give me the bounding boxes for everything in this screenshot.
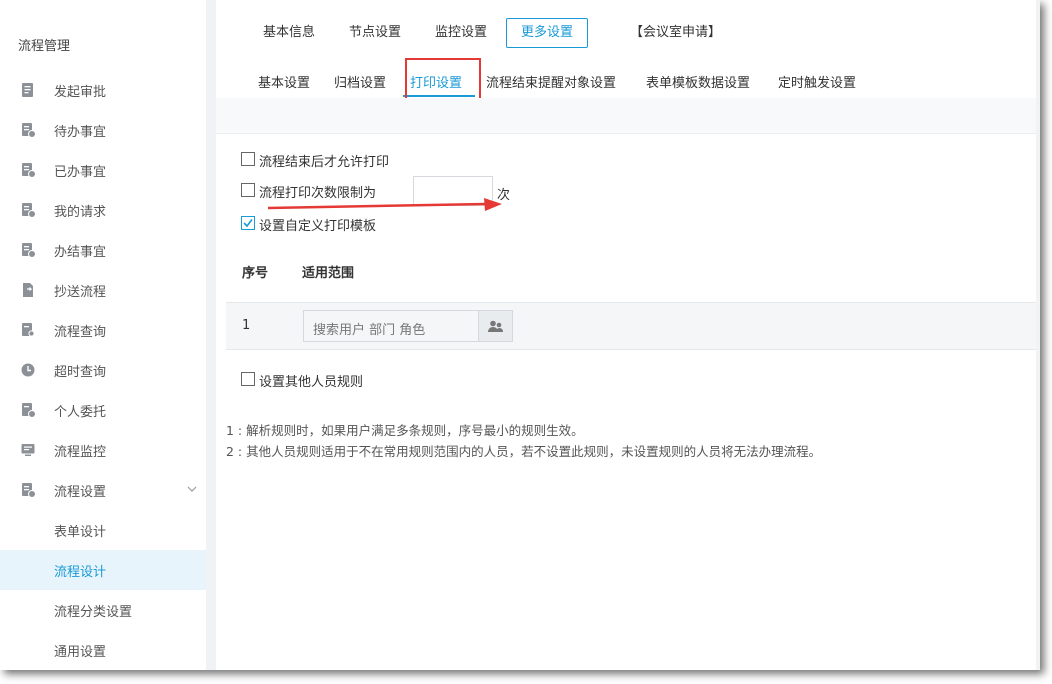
sidebar-item-todo[interactable]: 待办事宜 (0, 110, 206, 150)
sidebar-item-label: 个人委托 (54, 405, 107, 420)
red-arrow-annotation (267, 198, 502, 211)
doc-check-icon (22, 163, 36, 178)
sidebar-item-label: 待办事宜 (54, 125, 107, 140)
sidebar-item-delegate[interactable]: 个人委托 (0, 390, 206, 430)
sidebar-title: 流程管理 (18, 39, 71, 54)
highlight-box (405, 58, 481, 100)
sidebar-subitem-form-design[interactable]: 表单设计 (0, 510, 206, 550)
flow-name-label: 【会议室申请】 (630, 25, 722, 40)
doc-search-icon (22, 323, 35, 337)
sidebar-item-label: 已办事宜 (54, 165, 107, 180)
sidebar-subitem-category-settings[interactable]: 流程分类设置 (0, 590, 206, 630)
table-row: 1 搜索用户 部门 角色 (226, 302, 1036, 350)
subtab-timer-trigger[interactable]: 定时触发设置 (778, 72, 856, 91)
sidebar-item-label: 办结事宜 (54, 245, 107, 260)
sidebar-item-completed[interactable]: 办结事宜 (0, 230, 206, 270)
sub-tabs: 基本设置 归档设置 打印设置 流程结束提醒对象设置 表单模板数据设置 定时触发设… (216, 60, 1036, 99)
table-header-scope: 适用范围 (302, 266, 355, 281)
sidebar-item-start-approval[interactable]: 发起审批 (0, 70, 206, 110)
note-2: 2 : 其他人员规则适用于不在常用规则范围内的人员，若不设置此规则，未设置规则的… (226, 444, 822, 459)
sidebar-item-monitor[interactable]: 流程监控 (0, 430, 206, 470)
doc-edit-icon (22, 83, 33, 97)
users-icon (488, 320, 503, 332)
sidebar-item-my-requests[interactable]: 我的请求 (0, 190, 206, 230)
doc-done-icon (22, 243, 36, 258)
doc-settings-icon (22, 483, 36, 498)
top-tabs: 基本信息 节点设置 监控设置 更多设置 【会议室申请】 (216, 0, 1036, 60)
tab-basic-info[interactable]: 基本信息 (249, 18, 329, 48)
sidebar-subitem-label: 流程分类设置 (54, 605, 133, 620)
sidebar-item-label: 流程监控 (54, 445, 107, 460)
option-label: 设置其他人员规则 (259, 375, 364, 390)
sidebar-subitem-label: 通用设置 (54, 645, 107, 660)
sidebar-item-done[interactable]: 已办事宜 (0, 150, 206, 190)
sidebar-item-settings[interactable]: 流程设置 (0, 470, 206, 510)
subtab-basic[interactable]: 基本设置 (258, 72, 310, 91)
checkbox[interactable] (241, 152, 255, 166)
sidebar-item-label: 发起审批 (54, 85, 107, 100)
row-number: 1 (242, 318, 251, 333)
subtab-archive[interactable]: 归档设置 (334, 72, 386, 91)
sidebar-item-label: 流程设置 (54, 485, 107, 500)
sidebar-subitem-label: 表单设计 (54, 525, 107, 540)
tab-monitor-settings[interactable]: 监控设置 (421, 18, 501, 48)
option-label: 设置自定义打印模板 (259, 219, 377, 234)
sidebar-item-cc[interactable]: 抄送流程 (0, 270, 206, 310)
subtab-form-template-data[interactable]: 表单模板数据设置 (646, 72, 750, 91)
clock-icon (21, 363, 35, 377)
sidebar-subitem-general-settings[interactable]: 通用设置 (0, 630, 206, 670)
checkbox[interactable] (241, 372, 255, 386)
sidebar-subitem-label: 流程设计 (54, 565, 107, 580)
tab-more-settings[interactable]: 更多设置 (506, 18, 589, 48)
layout-gutter (206, 0, 216, 670)
doc-delegate-icon (22, 403, 36, 418)
checkbox[interactable] (241, 183, 255, 197)
sidebar-item-query[interactable]: 流程查询 (0, 310, 206, 350)
sidebar-item-label: 我的请求 (54, 205, 107, 220)
sidebar-item-label: 超时查询 (54, 365, 107, 380)
select-users-button[interactable] (479, 310, 513, 342)
main-panel: 基本信息 节点设置 监控设置 更多设置 【会议室申请】 基本设置 归档设置 打印… (216, 0, 1036, 670)
checkmark-icon (243, 219, 253, 228)
scope-search-input[interactable]: 搜索用户 部门 角色 (303, 310, 479, 342)
doc-user-icon (22, 203, 36, 218)
option-label: 流程结束后才允许打印 (259, 155, 390, 170)
table-header-no: 序号 (242, 266, 269, 281)
doc-clock-icon (22, 123, 36, 138)
sidebar-item-label: 抄送流程 (54, 285, 107, 300)
doc-forward-icon (23, 283, 33, 297)
scope-placeholder: 搜索用户 部门 角色 (313, 323, 426, 338)
subtab-end-notify[interactable]: 流程结束提醒对象设置 (486, 72, 616, 91)
toolbar-strip (216, 98, 1036, 134)
sidebar-item-label: 流程查询 (54, 325, 107, 340)
chevron-down-icon (187, 486, 197, 492)
scrollbar[interactable] (1036, 0, 1040, 670)
app-window: 流程管理 发起审批 待办事宜 已办事宜 我的请求 办结事宜 抄送流程 流程查询 (0, 0, 1040, 670)
sidebar: 流程管理 发起审批 待办事宜 已办事宜 我的请求 办结事宜 抄送流程 流程查询 (0, 0, 206, 670)
monitor-icon (21, 444, 35, 456)
note-1: 1 : 解析规则时，如果用户满足多条规则，序号最小的规则生效。 (226, 423, 584, 438)
tab-node-settings[interactable]: 节点设置 (335, 18, 415, 48)
sidebar-item-timeout[interactable]: 超时查询 (0, 350, 206, 390)
checkbox-checked[interactable] (241, 216, 255, 230)
sidebar-subitem-flow-design[interactable]: 流程设计 (0, 550, 206, 590)
